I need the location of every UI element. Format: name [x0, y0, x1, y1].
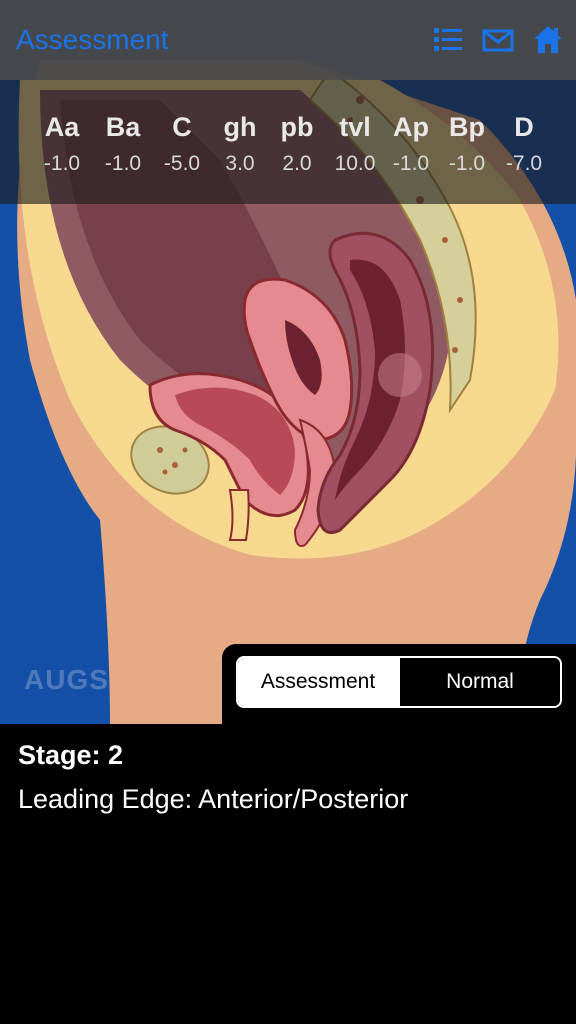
metric-value: -1.0 — [392, 152, 430, 175]
metric-label: D — [514, 112, 534, 142]
metric-gh: gh 3.0 — [210, 110, 270, 176]
metric-label: C — [172, 112, 192, 142]
metric-label: pb — [280, 112, 314, 142]
list-icon[interactable] — [432, 24, 464, 56]
metric-label: gh — [223, 112, 257, 142]
metric-value: 3.0 — [225, 152, 255, 175]
augs-watermark: AUGS — [24, 664, 109, 696]
metric-pb: pb 2.0 — [267, 110, 327, 176]
metric-aa: Aa -1.0 — [32, 110, 92, 176]
metric-label: Ba — [105, 112, 141, 142]
leading-edge-label: Leading Edge: Anterior/Posterior — [18, 784, 409, 814]
metric-value: -1.0 — [43, 152, 81, 175]
metric-ap: Ap -1.0 — [381, 110, 441, 176]
metric-ba: Ba -1.0 — [93, 110, 153, 176]
metric-label: tvl — [339, 112, 371, 142]
metric-value: 10.0 — [334, 152, 376, 175]
metric-value: -1.0 — [448, 152, 486, 175]
metric-d: D -7.0 — [494, 110, 554, 176]
metric-bp: Bp -1.0 — [437, 110, 497, 176]
metric-label: Ap — [393, 112, 429, 142]
page-title: Assessment — [16, 24, 169, 55]
home-icon[interactable] — [532, 24, 564, 56]
metric-value: 2.0 — [282, 152, 312, 175]
nav-actions — [432, 24, 564, 56]
pop-q-metrics: Aa -1.0 Ba -1.0 C -5.0 gh 3.0 pb 2.0 tvl… — [0, 80, 576, 204]
segment-assessment[interactable]: Assessment — [238, 658, 398, 706]
metric-value: -1.0 — [104, 152, 142, 175]
metric-c: C -5.0 — [152, 110, 212, 176]
metric-tvl: tvl 10.0 — [325, 110, 385, 176]
stage-label: Stage: 2 — [18, 740, 124, 770]
view-mode-segmented-control: Assessment Normal — [236, 656, 562, 708]
watermark-text: AUGS — [24, 664, 109, 695]
metric-value: -7.0 — [505, 152, 543, 175]
metric-label: Aa — [44, 112, 80, 142]
segment-normal[interactable]: Normal — [398, 658, 560, 706]
navigation-bar: Assessment — [0, 0, 576, 80]
mail-icon[interactable] — [482, 24, 514, 56]
metric-value: -5.0 — [163, 152, 201, 175]
metric-label: Bp — [449, 112, 485, 142]
